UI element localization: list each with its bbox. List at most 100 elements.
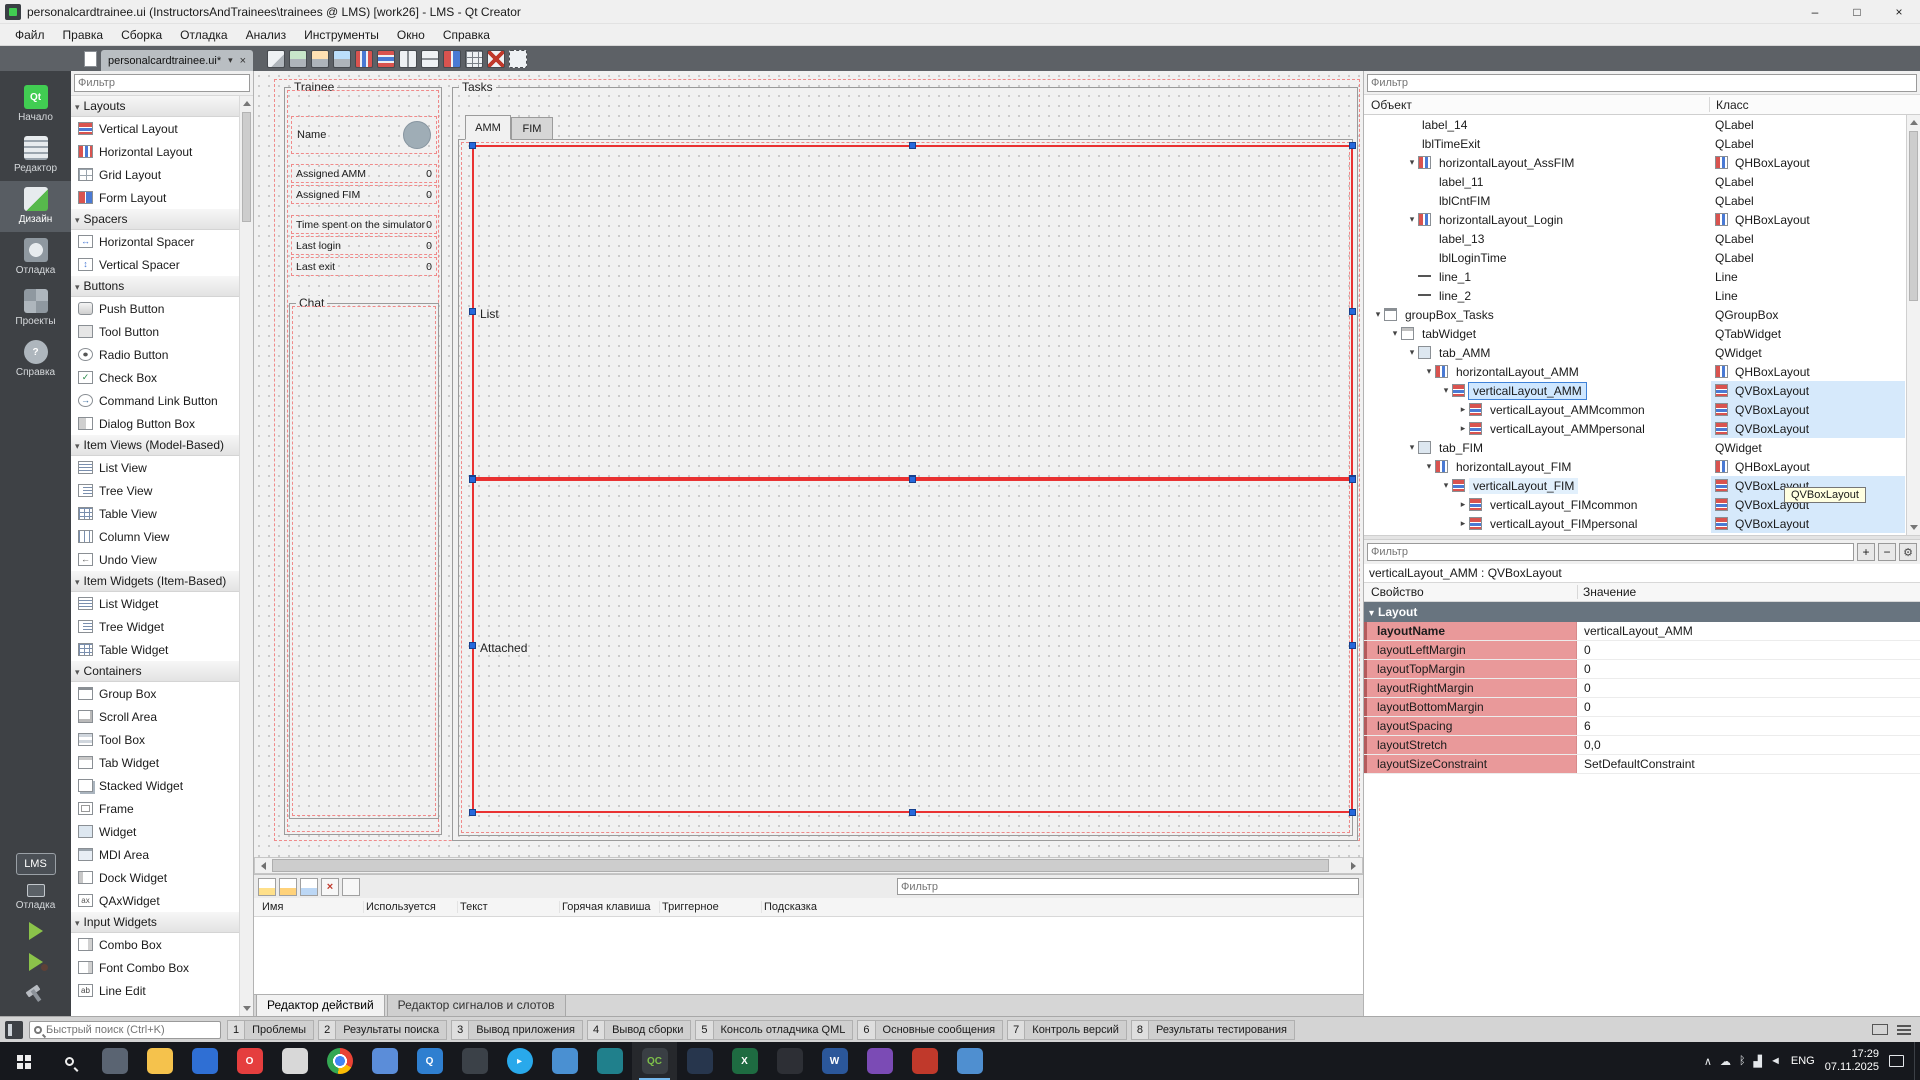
expander-icon[interactable] xyxy=(1372,309,1384,320)
widget-box-item[interactable]: Frame xyxy=(71,797,239,820)
mode-tab[interactable]: Qt Начало xyxy=(0,79,71,130)
taskbar-app-button[interactable] xyxy=(902,1042,947,1080)
expander-icon[interactable] xyxy=(1440,480,1452,491)
scroll-right-icon[interactable] xyxy=(1345,858,1362,873)
action-column-header[interactable]: Имя xyxy=(260,901,364,913)
tasks-groupbox[interactable]: Tasks AMMFIM xyxy=(452,87,1358,841)
widget-box-item[interactable]: Grid Layout xyxy=(71,163,239,186)
show-desktop-strip[interactable] xyxy=(1914,1042,1920,1080)
widget-box-item[interactable]: Line Edit xyxy=(71,979,239,1002)
widget-box-item[interactable]: MDI Area xyxy=(71,843,239,866)
widget-category-header[interactable]: Layouts xyxy=(71,96,239,117)
start-button[interactable] xyxy=(0,1042,46,1080)
action-column-header[interactable]: Используется xyxy=(364,901,458,913)
mode-tab[interactable]: Дизайн xyxy=(0,181,71,232)
taskbar-app-button[interactable]: ▸ xyxy=(497,1042,542,1080)
toolbar-tool-icon[interactable] xyxy=(267,50,285,68)
object-tree-row[interactable]: horizontalLayout_AMM QHBoxLayout xyxy=(1364,362,1920,381)
output-window-icon[interactable] xyxy=(1872,1024,1888,1035)
output-pane-button[interactable]: 6 Основные сообщения xyxy=(857,1020,1003,1040)
widget-category-header[interactable]: Containers xyxy=(71,661,239,682)
output-pane-button[interactable]: 1 Проблемы xyxy=(227,1020,314,1040)
class-column-header[interactable]: Класс xyxy=(1716,98,1749,112)
tray-icon[interactable]: ◄ xyxy=(1770,1055,1781,1067)
tree-scrollbar[interactable] xyxy=(1906,115,1920,535)
trainee-field-row[interactable]: Assigned FIM 0 xyxy=(291,185,437,204)
action-center-icon[interactable] xyxy=(1889,1055,1904,1067)
taskbar-app-button[interactable]: QC xyxy=(632,1042,677,1080)
action-filter-input[interactable] xyxy=(897,878,1359,895)
canvas-hscrollbar[interactable] xyxy=(254,857,1363,874)
menu-item[interactable]: Правка xyxy=(54,26,113,44)
configure-property-editor-button[interactable] xyxy=(1899,543,1917,561)
object-tree-row[interactable]: tab_AMM QWidget xyxy=(1364,343,1920,362)
widget-box-item[interactable]: Group Box xyxy=(71,682,239,705)
build-config-button[interactable]: Отладка xyxy=(16,884,56,911)
object-tree-row[interactable]: groupBox_Tasks QGroupBox xyxy=(1364,305,1920,324)
object-inspector-tree[interactable]: label_14 QLabel lblTimeExit QLab xyxy=(1364,115,1920,535)
scroll-thumb[interactable] xyxy=(1909,131,1918,301)
object-tree-row[interactable]: label_13 QLabel xyxy=(1364,229,1920,248)
property-value[interactable]: 0 xyxy=(1577,679,1920,697)
minimize-button[interactable]: – xyxy=(1794,0,1836,23)
menu-item[interactable]: Сборка xyxy=(112,26,171,44)
property-column-header[interactable]: Свойство xyxy=(1371,585,1424,599)
object-tree-row[interactable]: horizontalLayout_FIM QHBoxLayout xyxy=(1364,457,1920,476)
action-column-header[interactable]: Горячая клавиша xyxy=(560,901,660,913)
selection-handle[interactable] xyxy=(469,809,476,816)
action-column-header[interactable]: Триггерное xyxy=(660,901,762,913)
document-dropdown-icon[interactable]: ▾ xyxy=(228,55,233,66)
object-tree-row[interactable]: line_1 Line xyxy=(1364,267,1920,286)
mode-tab[interactable]: Отладка xyxy=(0,232,71,283)
widget-box-item[interactable]: Radio Button xyxy=(71,343,239,366)
toolbar-tool-icon[interactable] xyxy=(509,50,527,68)
object-tree-row[interactable]: horizontalLayout_AssFIM QHBoxLayout xyxy=(1364,153,1920,172)
selection-handle[interactable] xyxy=(469,308,476,315)
toolbar-tool-icon[interactable] xyxy=(333,50,351,68)
object-tree-row[interactable]: verticalLayout_AMMcommon QVBoxLayout xyxy=(1364,400,1920,419)
expander-icon[interactable] xyxy=(1457,423,1469,434)
trainee-field-row[interactable]: Time spent on the simulator 0 xyxy=(291,215,437,234)
quick-search-input[interactable] xyxy=(46,1024,216,1036)
toolbar-tool-icon[interactable] xyxy=(399,50,417,68)
action-editor-tool-icon[interactable] xyxy=(279,878,297,896)
form-canvas[interactable]: Trainee Name Assigned AMM 0 Assigned FIM xyxy=(254,71,1363,857)
expander-icon[interactable] xyxy=(1389,328,1401,339)
object-tree-row[interactable]: lblCntFIM QLabel xyxy=(1364,191,1920,210)
selection-handle[interactable] xyxy=(469,476,476,483)
property-value[interactable]: verticalLayout_AMM xyxy=(1577,622,1920,640)
widget-category-header[interactable]: Item Widgets (Item-Based) xyxy=(71,571,239,592)
object-filter-input[interactable] xyxy=(1367,74,1917,92)
scroll-down-icon[interactable] xyxy=(1910,525,1918,530)
property-value[interactable]: SetDefaultConstraint xyxy=(1577,755,1920,773)
expander-icon[interactable] xyxy=(1440,385,1452,396)
property-value[interactable]: 0 xyxy=(1577,698,1920,716)
selection-handle[interactable] xyxy=(1349,308,1356,315)
mode-tab[interactable]: Редактор xyxy=(0,130,71,181)
debug-run-button[interactable] xyxy=(21,951,51,973)
layout-section-header[interactable]: Layout xyxy=(1364,602,1920,622)
widget-box-item[interactable]: Push Button xyxy=(71,297,239,320)
quick-search[interactable] xyxy=(29,1021,221,1039)
object-column-header[interactable]: Объект xyxy=(1371,98,1412,112)
widget-box-item[interactable]: Command Link Button xyxy=(71,389,239,412)
toolbar-tool-icon[interactable] xyxy=(487,50,505,68)
taskbar-app-button[interactable] xyxy=(137,1042,182,1080)
selection-handle[interactable] xyxy=(1349,476,1356,483)
property-value[interactable]: 0 xyxy=(1577,660,1920,678)
taskbar-app-button[interactable] xyxy=(677,1042,722,1080)
selection-handle[interactable] xyxy=(909,476,916,483)
widget-box-item[interactable]: List Widget xyxy=(71,592,239,615)
toolbar-tool-icon[interactable] xyxy=(355,50,373,68)
action-editor-tool-icon[interactable]: × xyxy=(321,878,339,896)
taskbar-app-button[interactable]: O xyxy=(227,1042,272,1080)
action-editor-tool-icon[interactable] xyxy=(342,878,360,896)
toolbar-tool-icon[interactable] xyxy=(377,50,395,68)
hamburger-menu-icon[interactable] xyxy=(1897,1025,1911,1035)
widget-box-item[interactable]: Horizontal Layout xyxy=(71,140,239,163)
widget-box-item[interactable]: Undo View xyxy=(71,548,239,571)
menu-item[interactable]: Файл xyxy=(6,26,54,44)
expander-icon[interactable] xyxy=(1406,157,1418,168)
menu-item[interactable]: Анализ xyxy=(237,26,296,44)
widget-box-item[interactable]: Tool Button xyxy=(71,320,239,343)
